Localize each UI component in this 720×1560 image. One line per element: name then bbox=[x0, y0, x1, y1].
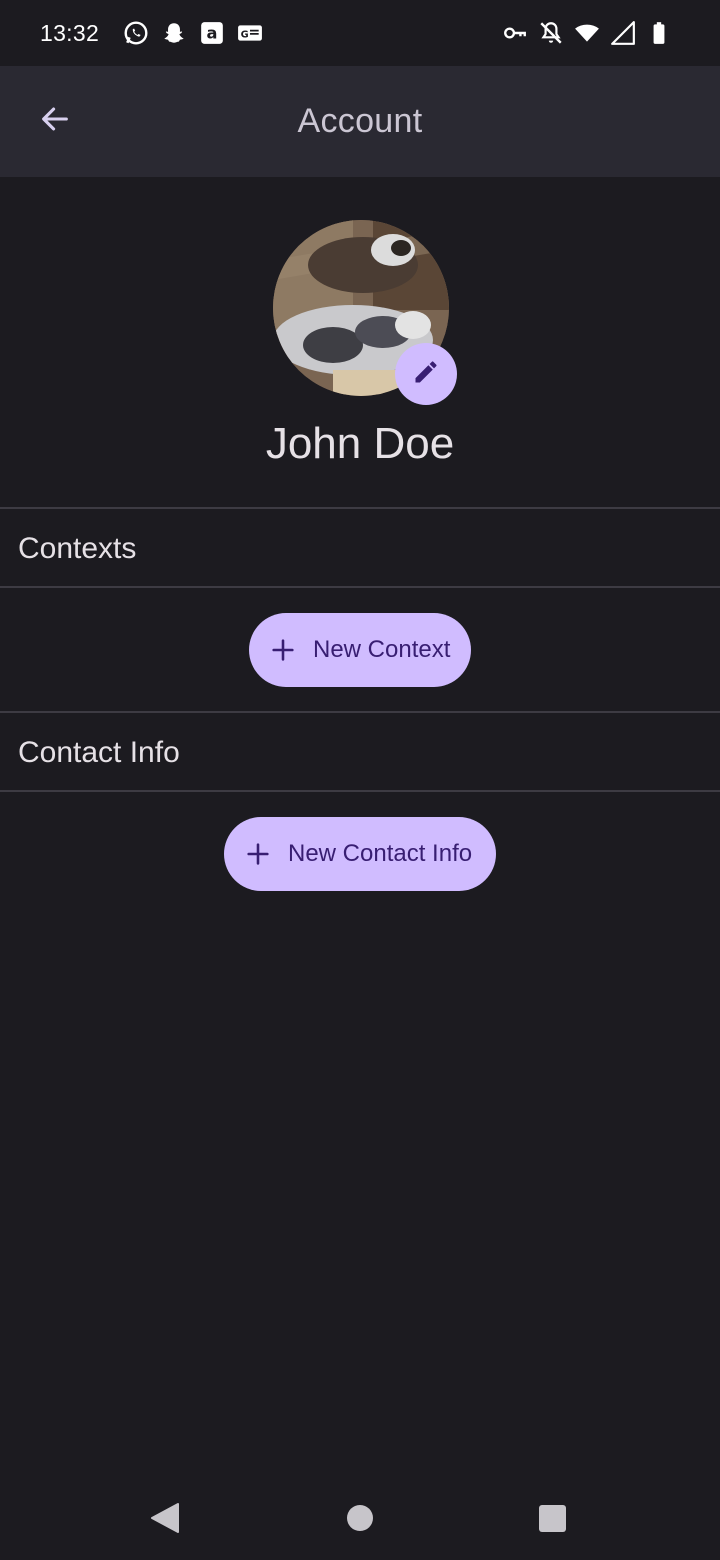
nav-home-icon[interactable] bbox=[347, 1505, 373, 1531]
notification-icons: a G bbox=[123, 20, 263, 46]
svg-text:a: a bbox=[207, 23, 218, 42]
nav-back-icon[interactable] bbox=[150, 1502, 180, 1534]
divider bbox=[0, 711, 720, 713]
system-icons bbox=[502, 20, 672, 46]
page-title: Account bbox=[297, 102, 423, 140]
nav-recents-icon[interactable] bbox=[539, 1505, 566, 1532]
plus-icon bbox=[269, 636, 297, 664]
new-context-button[interactable]: New Context bbox=[249, 613, 471, 687]
amazon-icon: a bbox=[199, 20, 225, 46]
pencil-icon bbox=[412, 358, 440, 391]
contact-info-header: Contact Info bbox=[18, 736, 180, 769]
divider bbox=[0, 507, 720, 509]
whatsapp-icon bbox=[123, 20, 149, 46]
account-screen: 13:32 a G Account John Doe Contexts New … bbox=[0, 0, 720, 1560]
status-time: 13:32 bbox=[40, 19, 100, 46]
top-app-bar: Account bbox=[0, 66, 720, 177]
status-bar: 13:32 a G bbox=[0, 0, 720, 66]
contexts-header: Contexts bbox=[18, 532, 137, 565]
svg-text:G: G bbox=[241, 29, 249, 40]
plus-icon bbox=[244, 840, 272, 868]
profile-name: John Doe bbox=[265, 419, 455, 468]
profile-avatar-container bbox=[273, 220, 457, 405]
system-navigation-bar bbox=[0, 1476, 720, 1560]
new-contact-info-label: New Contact Info bbox=[288, 840, 473, 867]
edit-avatar-button[interactable] bbox=[395, 343, 457, 405]
divider bbox=[0, 790, 720, 792]
vpn-key-icon bbox=[502, 20, 528, 46]
divider bbox=[0, 586, 720, 588]
snapchat-icon bbox=[161, 20, 187, 46]
notifications-off-icon bbox=[538, 20, 564, 46]
battery-icon bbox=[646, 20, 672, 46]
new-context-label: New Context bbox=[313, 636, 451, 663]
wifi-icon bbox=[574, 20, 600, 46]
new-contact-info-button[interactable]: New Contact Info bbox=[224, 817, 496, 891]
gmail-badge-icon: G bbox=[237, 20, 263, 46]
signal-icon bbox=[610, 20, 636, 46]
